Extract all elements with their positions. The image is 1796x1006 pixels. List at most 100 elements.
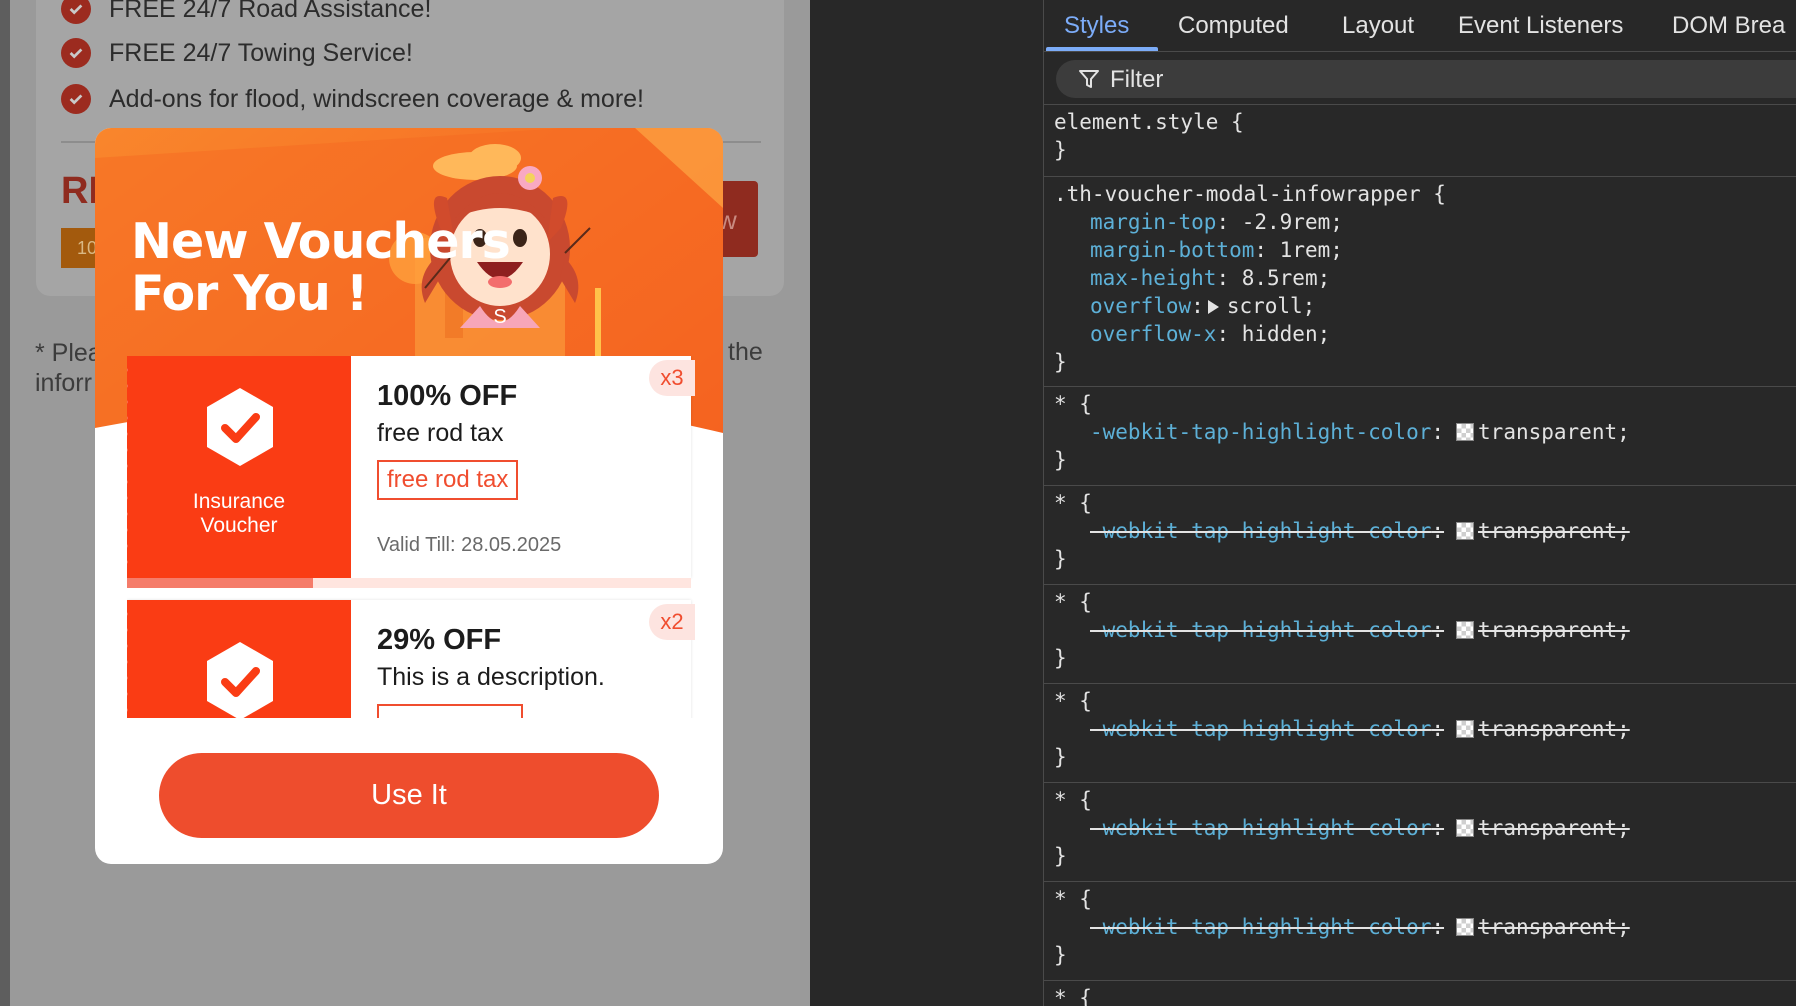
css-property: overflow-x — [1090, 322, 1217, 346]
disclaimer-line: inforr — [35, 369, 92, 397]
rule-selector: .th-voucher-modal-infowrapper { — [1054, 182, 1446, 206]
style-rule-universal-overridden[interactable]: * { -webkit-tap-highlight-color: transpar… — [1044, 586, 1796, 684]
color-swatch-icon[interactable] — [1456, 621, 1475, 639]
css-value: -2.9rem; — [1241, 210, 1343, 234]
color-swatch-icon[interactable] — [1456, 423, 1475, 441]
voucher-list[interactable]: Insurance Voucher 100% OFF free rod tax … — [127, 356, 699, 718]
style-rule-universal-overridden[interactable]: * { -webkit-tap-highlight-color: transpar… — [1044, 883, 1796, 981]
title-line: For You ! — [131, 265, 368, 322]
overridden-declaration[interactable]: -webkit-tap-highlight-color: transparent; — [1054, 715, 1796, 743]
style-rule-universal-overridden[interactable]: * { -webkit-tap-highlight-color: transpar… — [1044, 784, 1796, 882]
page-edge-strip — [0, 0, 10, 1006]
shield-check-icon — [207, 388, 273, 466]
expand-triangle-icon[interactable] — [1207, 300, 1219, 314]
voucher-description: This is a description. — [377, 663, 605, 691]
tab-styles[interactable]: Styles — [1064, 12, 1129, 40]
css-property: -webkit-tap-highlight-color — [1090, 915, 1432, 939]
voucher-count-badge: x3 — [649, 360, 695, 396]
perforated-edge — [127, 362, 135, 572]
css-value: transparent; — [1478, 915, 1630, 939]
rule-close: } — [1054, 350, 1067, 374]
voucher-type-line: Voucher — [200, 514, 278, 537]
voucher-tag — [377, 704, 523, 718]
voucher-card[interactable]: 29% OFF This is a description. x2 — [127, 600, 695, 718]
css-value: transparent; — [1478, 519, 1630, 543]
rule-close: } — [1054, 547, 1067, 571]
css-value: scroll; — [1226, 294, 1316, 318]
overridden-declaration[interactable]: -webkit-tap-highlight-color: transparent; — [1054, 913, 1796, 941]
style-rule-infowrapper[interactable]: .th-voucher-modal-infowrapper { margin-t… — [1044, 178, 1796, 387]
disclaimer-note: * Plea inforr — [35, 338, 102, 398]
rule-selector: * { — [1054, 590, 1092, 614]
tab-computed[interactable]: Computed — [1178, 12, 1289, 40]
shield-check-icon — [207, 642, 273, 718]
color-swatch-icon[interactable] — [1456, 918, 1475, 936]
voucher-stub: Insurance Voucher — [127, 356, 351, 578]
filter-divider — [1044, 104, 1796, 105]
css-property: margin-bottom — [1090, 238, 1255, 262]
feature-item: FREE 24/7 Road Assistance! — [61, 0, 431, 24]
style-declaration[interactable]: margin-bottom: 1rem; — [1054, 236, 1796, 264]
style-declaration[interactable]: -webkit-tap-highlight-color: transparent; — [1054, 418, 1796, 446]
rule-close: } — [1054, 943, 1067, 967]
css-value: hidden; — [1241, 322, 1331, 346]
style-declaration[interactable]: margin-top: -2.9rem; — [1054, 208, 1796, 236]
voucher-stub — [127, 600, 351, 718]
feature-text: FREE 24/7 Towing Service! — [109, 38, 413, 67]
modal-title: New Vouchers For You ! — [131, 213, 511, 322]
color-swatch-icon[interactable] — [1456, 720, 1475, 738]
rule-selector: element.style { — [1054, 110, 1244, 134]
disclaimer-tail: the — [728, 338, 763, 366]
overridden-declaration[interactable]: -webkit-tap-highlight-color: transparent; — [1054, 616, 1796, 644]
voucher-tag: free rod tax — [377, 460, 519, 500]
voucher-details: 29% OFF This is a description. — [377, 624, 677, 718]
css-property: max-height — [1090, 266, 1217, 290]
css-value: 8.5rem; — [1241, 266, 1331, 290]
style-rule-universal-overridden[interactable]: * { -webkit-tap-highlight-color: transpar… — [1044, 487, 1796, 585]
voucher-modal: S New Vouchers For You ! Insurance Vouch… — [95, 128, 723, 864]
voucher-details: 100% OFF free rod tax free rod tax Valid… — [377, 380, 677, 557]
voucher-description: free rod tax — [377, 419, 504, 447]
style-rule-universal[interactable]: * { -webkit-tap-highlight-color: transpar… — [1044, 388, 1796, 486]
styles-filter-input[interactable]: Filter — [1056, 60, 1796, 98]
rule-close: } — [1054, 138, 1067, 162]
title-line: New Vouchers — [131, 213, 511, 270]
viewport-gutter — [810, 0, 1043, 1006]
rule-selector: * { — [1054, 887, 1092, 911]
css-value: transparent; — [1478, 717, 1630, 741]
active-tab-indicator — [1046, 47, 1158, 51]
overridden-declaration[interactable]: -webkit-tap-highlight-color: transparent; — [1054, 814, 1796, 842]
rule-close: } — [1054, 844, 1067, 868]
voucher-count-badge: x2 — [649, 604, 695, 640]
use-it-button[interactable]: Use It — [159, 753, 659, 838]
css-value: transparent; — [1478, 816, 1630, 840]
css-property: -webkit-tap-highlight-color — [1090, 519, 1432, 543]
voucher-card[interactable]: Insurance Voucher 100% OFF free rod tax … — [127, 356, 695, 588]
css-property: -webkit-tap-highlight-color — [1090, 816, 1432, 840]
voucher-valid-date: Valid Till: 28.05.2025 — [377, 534, 562, 556]
check-circle-icon — [61, 38, 91, 68]
style-rule-universal-partial[interactable]: * { — [1044, 982, 1796, 1006]
style-rule-element[interactable]: element.style { } — [1044, 106, 1796, 177]
voucher-type: Insurance Voucher — [127, 490, 351, 538]
tab-layout[interactable]: Layout — [1342, 12, 1414, 40]
rule-selector: * { — [1054, 986, 1092, 1006]
voucher-progress-bar — [127, 578, 691, 588]
overridden-declaration[interactable]: -webkit-tap-highlight-color: transparent; — [1054, 517, 1796, 545]
rule-close: } — [1054, 745, 1067, 769]
color-swatch-icon[interactable] — [1456, 819, 1475, 837]
css-property: -webkit-tap-highlight-color — [1090, 618, 1432, 642]
filter-placeholder: Filter — [1110, 66, 1164, 93]
feature-item: FREE 24/7 Towing Service! — [61, 38, 413, 68]
style-declaration[interactable]: overflow: scroll; — [1054, 292, 1796, 320]
style-declaration[interactable]: overflow-x: hidden; — [1054, 320, 1796, 348]
web-page-viewport: FREE 24/7 Road Assistance! FREE 24/7 Tow… — [0, 0, 810, 1006]
color-swatch-icon[interactable] — [1456, 522, 1475, 540]
tab-dom-breakpoints[interactable]: DOM Brea — [1672, 12, 1785, 40]
style-declaration[interactable]: max-height: 8.5rem; — [1054, 264, 1796, 292]
style-rule-universal-overridden[interactable]: * { -webkit-tap-highlight-color: transpar… — [1044, 685, 1796, 783]
devtools-tabbar: Styles Computed Layout Event Listeners D… — [1044, 0, 1796, 52]
css-value: 1rem; — [1279, 238, 1343, 262]
voucher-progress-fill — [127, 578, 314, 588]
tab-event-listeners[interactable]: Event Listeners — [1458, 12, 1623, 40]
